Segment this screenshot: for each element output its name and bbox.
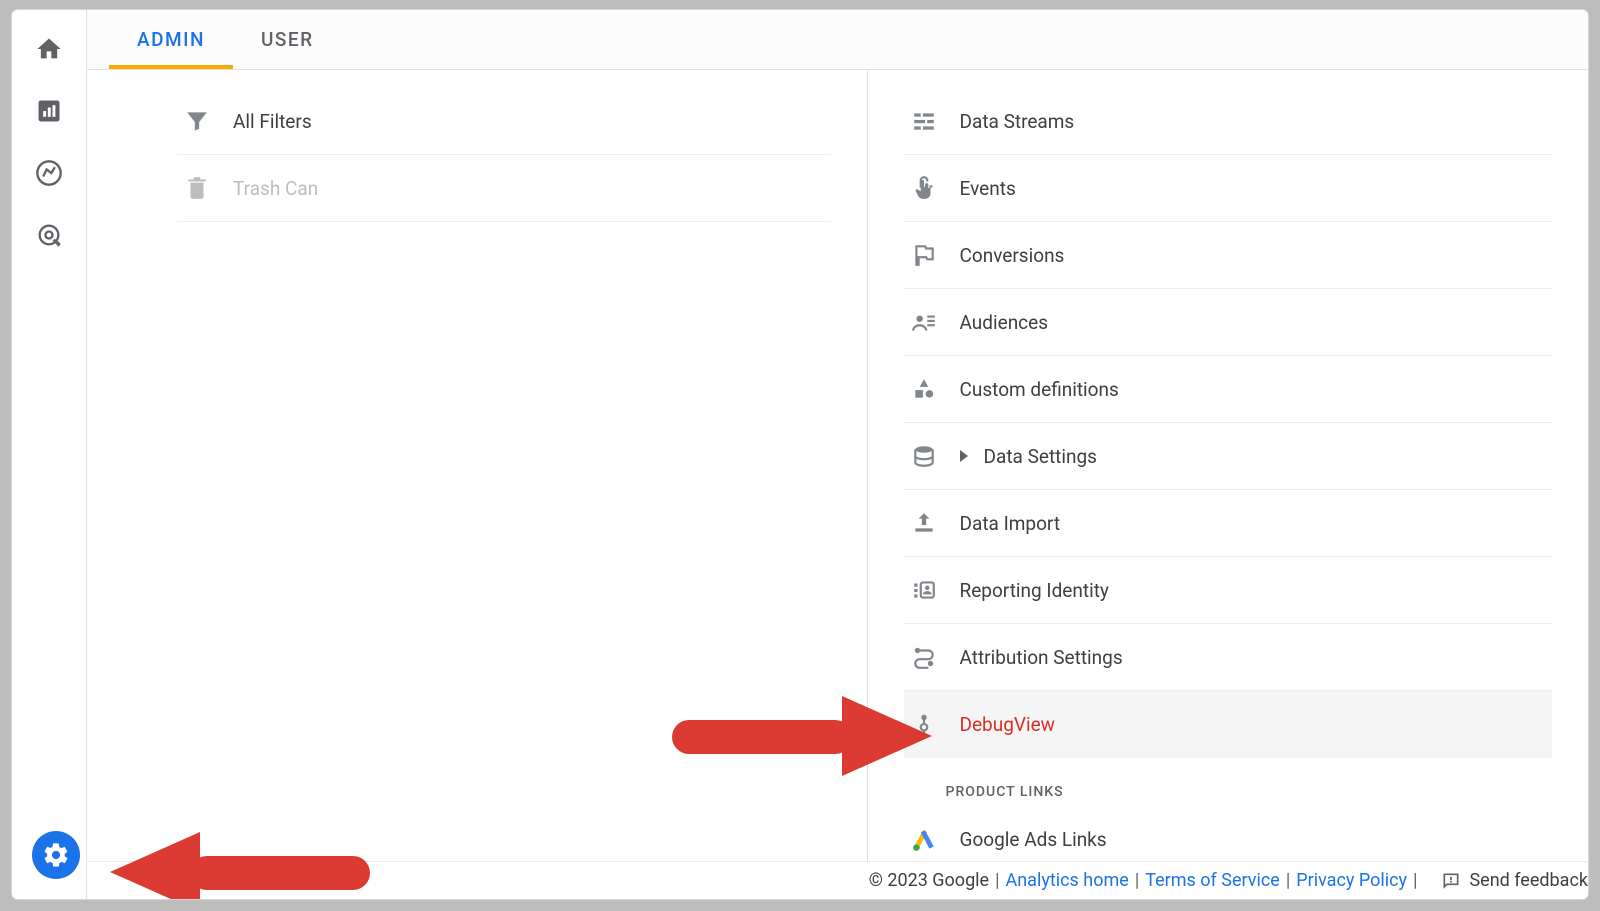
menu-debugview[interactable]: DebugView bbox=[904, 691, 1552, 758]
streams-icon bbox=[910, 107, 938, 135]
menu-label: Google Ads Links bbox=[960, 828, 1107, 851]
menu-events[interactable]: Events bbox=[904, 155, 1552, 222]
tab-admin[interactable]: ADMIN bbox=[109, 10, 233, 69]
admin-gear-button[interactable] bbox=[32, 831, 80, 879]
menu-all-filters[interactable]: All Filters bbox=[177, 88, 831, 155]
footer: © 2023 Google | Analytics home | Terms o… bbox=[87, 861, 1588, 899]
trash-icon bbox=[183, 174, 211, 202]
footer-link-analytics-home[interactable]: Analytics home bbox=[1006, 870, 1129, 891]
attribution-icon bbox=[910, 643, 938, 671]
menu-conversions[interactable]: Conversions bbox=[904, 222, 1552, 289]
menu-label: Events bbox=[960, 177, 1016, 200]
menu-data-streams[interactable]: Data Streams bbox=[904, 88, 1552, 155]
footer-copyright: © 2023 Google bbox=[869, 870, 989, 891]
menu-label: Audiences bbox=[960, 311, 1049, 334]
google-ads-icon bbox=[910, 826, 938, 854]
explore-icon[interactable] bbox=[34, 158, 64, 188]
tab-user[interactable]: USER bbox=[233, 10, 342, 69]
menu-label: Data Import bbox=[960, 512, 1061, 535]
left-nav-rail bbox=[12, 10, 87, 899]
filter-icon bbox=[183, 107, 211, 135]
identity-icon bbox=[910, 576, 938, 604]
advertising-icon[interactable] bbox=[34, 220, 64, 250]
menu-reporting-identity[interactable]: Reporting Identity bbox=[904, 557, 1552, 624]
feedback-icon bbox=[1441, 871, 1461, 891]
database-icon bbox=[910, 442, 938, 470]
home-icon[interactable] bbox=[34, 34, 64, 64]
menu-label: Trash Can bbox=[233, 177, 318, 200]
section-header-product-links: PRODUCT LINKS bbox=[904, 758, 1552, 806]
menu-custom-definitions[interactable]: Custom definitions bbox=[904, 356, 1552, 423]
menu-label: Reporting Identity bbox=[960, 579, 1109, 602]
flag-icon bbox=[910, 241, 938, 269]
send-feedback-button[interactable]: Send feedback bbox=[1441, 870, 1588, 891]
upload-icon bbox=[910, 509, 938, 537]
menu-label: Data Settings bbox=[984, 445, 1097, 468]
admin-tabs: ADMIN USER bbox=[87, 10, 1588, 70]
menu-trash-can[interactable]: Trash Can bbox=[177, 155, 831, 222]
touch-icon bbox=[910, 174, 938, 202]
menu-data-import[interactable]: Data Import bbox=[904, 490, 1552, 557]
debug-icon bbox=[910, 711, 938, 739]
expand-icon bbox=[960, 450, 968, 462]
menu-label: Attribution Settings bbox=[960, 646, 1123, 669]
feedback-label: Send feedback bbox=[1469, 870, 1588, 891]
menu-audiences[interactable]: Audiences bbox=[904, 289, 1552, 356]
reports-icon[interactable] bbox=[34, 96, 64, 126]
main-content: ADMIN USER All Filters Trash bbox=[87, 10, 1588, 899]
menu-data-settings[interactable]: Data Settings bbox=[904, 423, 1552, 490]
menu-label: All Filters bbox=[233, 110, 312, 133]
audiences-icon bbox=[910, 308, 938, 336]
menu-attribution-settings[interactable]: Attribution Settings bbox=[904, 624, 1552, 691]
shapes-icon bbox=[910, 375, 938, 403]
footer-link-terms[interactable]: Terms of Service bbox=[1145, 870, 1280, 891]
menu-label: Conversions bbox=[960, 244, 1065, 267]
menu-label: Data Streams bbox=[960, 110, 1075, 133]
menu-label: Custom definitions bbox=[960, 378, 1119, 401]
footer-link-privacy[interactable]: Privacy Policy bbox=[1296, 870, 1407, 891]
menu-label: DebugView bbox=[960, 713, 1055, 736]
account-column: All Filters Trash Can bbox=[87, 70, 868, 899]
property-column: Data Streams Events Conversions bbox=[868, 70, 1588, 899]
